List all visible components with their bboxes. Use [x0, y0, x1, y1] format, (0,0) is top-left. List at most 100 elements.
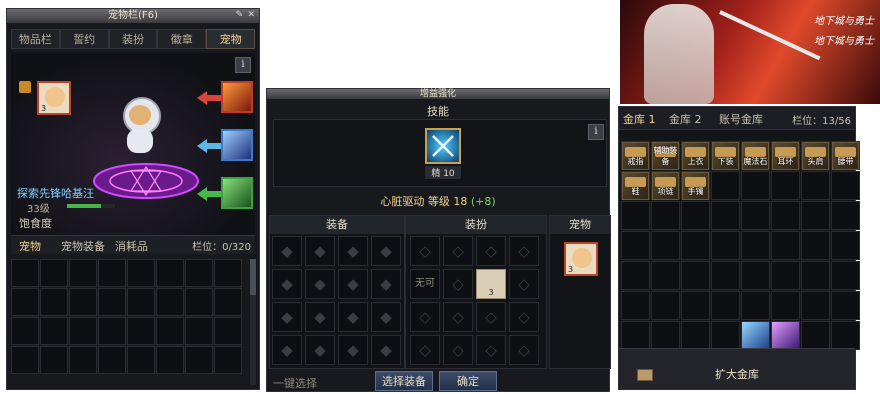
inventory-slot[interactable]: [127, 288, 155, 316]
inventory-slot[interactable]: [127, 259, 155, 287]
vault-slot[interactable]: 魔法石: [741, 141, 770, 170]
vault-slot[interactable]: 上衣: [681, 141, 710, 170]
inventory-slot[interactable]: [69, 346, 97, 374]
inventory-slot[interactable]: [40, 346, 68, 374]
vault-item[interactable]: 项链: [652, 172, 679, 200]
vault-slot[interactable]: [741, 231, 770, 260]
vault-slot[interactable]: [831, 291, 860, 320]
equip-slot[interactable]: ◆: [272, 302, 302, 332]
vault-slot[interactable]: 辅助装备: [651, 141, 680, 170]
vault-slot[interactable]: [801, 201, 830, 230]
vault-slot[interactable]: [681, 231, 710, 260]
tab-vault-1[interactable]: 金库 1: [623, 111, 656, 127]
inventory-slot[interactable]: [69, 259, 97, 287]
expand-vault-button[interactable]: 扩大金库: [715, 366, 759, 382]
costume-slot[interactable]: ◇: [509, 236, 539, 266]
inventory-slot[interactable]: [98, 346, 126, 374]
subtab-pet[interactable]: 宠物: [19, 238, 41, 254]
equip-slot[interactable]: ◆: [338, 335, 368, 365]
lock-icon[interactable]: [19, 81, 31, 93]
vault-slot[interactable]: [831, 171, 860, 200]
vault-slot[interactable]: [741, 171, 770, 200]
vault-slot[interactable]: 戒指: [621, 141, 650, 170]
vault-slot[interactable]: [621, 261, 650, 290]
vault-slot[interactable]: [621, 231, 650, 260]
equip-slot[interactable]: ◆: [338, 269, 368, 299]
inventory-slot[interactable]: [98, 317, 126, 345]
vault-slot[interactable]: [741, 291, 770, 320]
inventory-slot[interactable]: [214, 288, 242, 316]
vault-item[interactable]: 辅助装备: [652, 142, 679, 170]
vault-item[interactable]: 腰带: [832, 142, 859, 170]
inventory-slot[interactable]: [11, 259, 39, 287]
inventory-slot[interactable]: [156, 317, 184, 345]
vault-slot[interactable]: [711, 171, 740, 200]
tab-oath[interactable]: 誓约: [59, 29, 109, 49]
inventory-slot[interactable]: [214, 346, 242, 374]
equip-slot[interactable]: ◆: [338, 236, 368, 266]
subtab-pet-equipment[interactable]: 宠物装备: [61, 238, 105, 254]
vault-slot[interactable]: [651, 321, 680, 350]
costume-slot[interactable]: ◇: [443, 335, 473, 365]
footer-left-text[interactable]: 一键选择: [273, 375, 317, 391]
inventory-slot[interactable]: [185, 259, 213, 287]
vault-slot[interactable]: [681, 201, 710, 230]
vault-slot[interactable]: [801, 231, 830, 260]
tab-vault-2[interactable]: 金库 2: [669, 111, 702, 127]
pin-icon[interactable]: ✎: [235, 10, 243, 20]
inventory-slot[interactable]: [185, 346, 213, 374]
equip-slot[interactable]: ◆: [305, 269, 335, 299]
equip-slot[interactable]: ◆: [272, 269, 302, 299]
vault-slot[interactable]: [651, 291, 680, 320]
equip-slot[interactable]: ◆: [371, 269, 401, 299]
costume-slot[interactable]: ◇: [509, 335, 539, 365]
vault-slot[interactable]: [711, 261, 740, 290]
choose-equipment-button[interactable]: 选择装备: [375, 371, 433, 391]
costume-slot[interactable]: ◇: [443, 236, 473, 266]
vault-item[interactable]: 上衣: [682, 142, 709, 170]
costume-slot[interactable]: ◇: [476, 236, 506, 266]
inventory-slot[interactable]: [214, 317, 242, 345]
inventory-slot[interactable]: [40, 259, 68, 287]
tab-costume[interactable]: 装扮: [108, 29, 158, 49]
vault-slot[interactable]: [711, 321, 740, 350]
vault-slot[interactable]: 腰带: [831, 141, 860, 170]
pet-skill-slot-1[interactable]: [221, 81, 253, 113]
tab-badge[interactable]: 徽章: [157, 29, 207, 49]
inventory-slot[interactable]: [40, 317, 68, 345]
costume-slot[interactable]: ◇: [443, 302, 473, 332]
vault-slot[interactable]: [771, 201, 800, 230]
costume-slot[interactable]: 无可: [410, 269, 440, 299]
inventory-slot[interactable]: [69, 317, 97, 345]
vault-slot[interactable]: [621, 291, 650, 320]
equip-slot[interactable]: ◆: [272, 335, 302, 365]
close-icon[interactable]: ✕: [247, 10, 255, 20]
vault-slot[interactable]: [711, 231, 740, 260]
vault-slot[interactable]: [711, 201, 740, 230]
inventory-slot[interactable]: [40, 288, 68, 316]
inventory-slot[interactable]: [69, 288, 97, 316]
vault-slot[interactable]: [801, 321, 830, 350]
vault-slot[interactable]: [651, 261, 680, 290]
costume-slot[interactable]: ◇: [410, 236, 440, 266]
vault-item[interactable]: 手镯: [682, 172, 709, 200]
vault-slot[interactable]: [711, 291, 740, 320]
inventory-slot[interactable]: [185, 317, 213, 345]
vault-item[interactable]: 魔法石: [742, 142, 769, 170]
vault-item[interactable]: 鞋: [622, 172, 649, 200]
costume-slot[interactable]: ◇: [476, 335, 506, 365]
purple-crystal-icon[interactable]: [772, 322, 799, 349]
equip-slot[interactable]: ◆: [371, 302, 401, 332]
vault-slot[interactable]: [651, 201, 680, 230]
vault-slot[interactable]: 手镯: [681, 171, 710, 200]
vault-slot[interactable]: [771, 171, 800, 200]
vault-item[interactable]: 耳环: [772, 142, 799, 170]
enhance-info-button[interactable]: i: [588, 124, 604, 140]
vault-slot[interactable]: 耳环: [771, 141, 800, 170]
inventory-slot[interactable]: [214, 259, 242, 287]
vault-item[interactable]: 戒指: [622, 142, 649, 170]
inventory-slot[interactable]: [185, 288, 213, 316]
scrollbar[interactable]: [250, 259, 256, 385]
inventory-slot[interactable]: [11, 288, 39, 316]
vault-slot[interactable]: [771, 291, 800, 320]
